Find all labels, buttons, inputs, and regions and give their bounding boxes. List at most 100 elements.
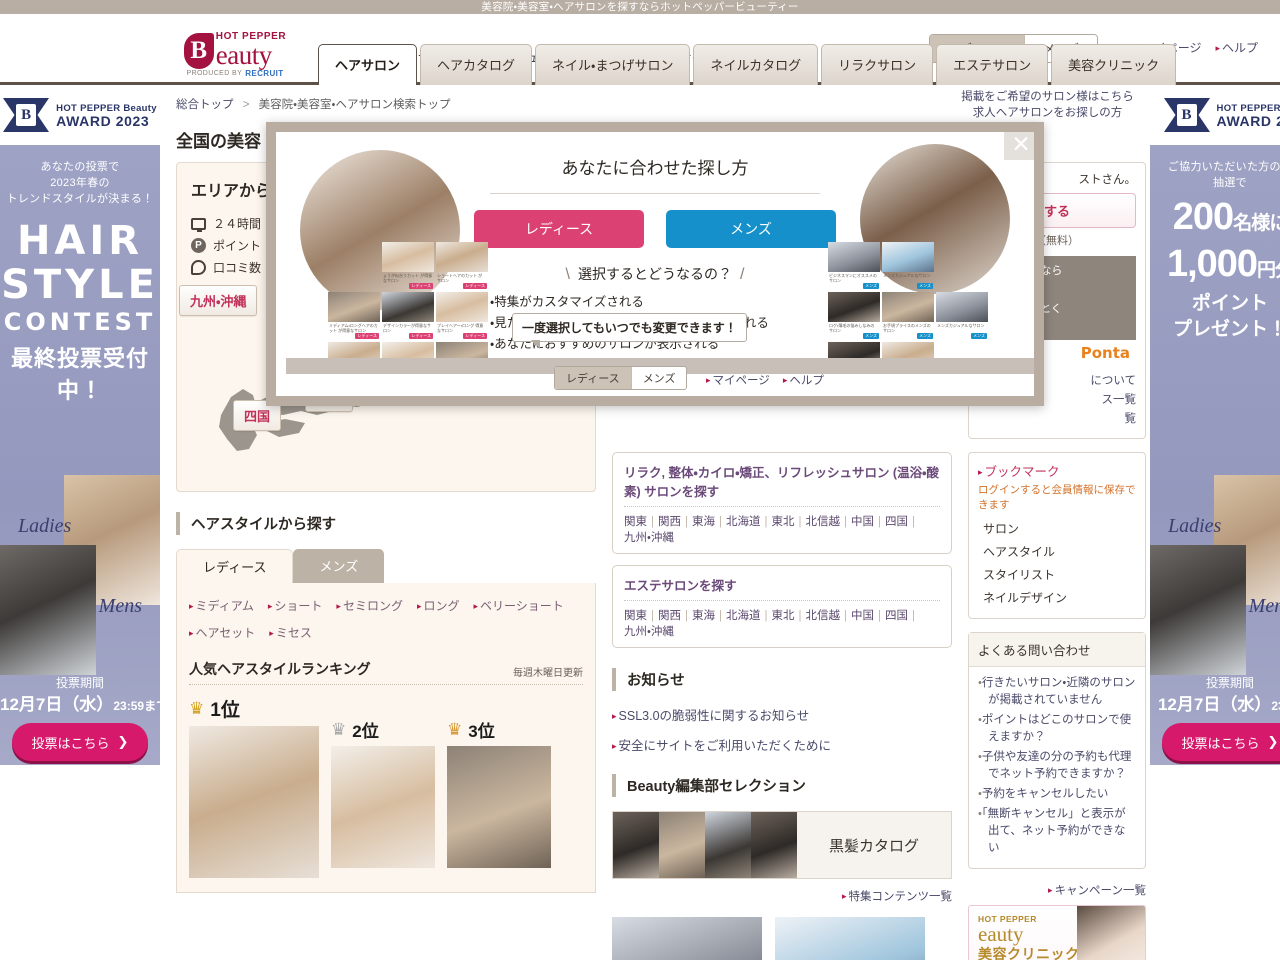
hairstyle-tab-mens[interactable]: メンズ [293,549,385,583]
modal-thumb-r3 [936,242,988,290]
bookmark-item-stylist[interactable]: スタイリスト [978,563,1136,586]
salon-owner-note-line2: 求人ヘアサロンをお探しの方 [972,107,1123,119]
feature-photo-2[interactable] [775,917,925,960]
modal-thumb-l6: ブレイヘアー・ロング 得意なサロン レディース [436,292,488,340]
modal-help-link[interactable]: ヘルプ [783,372,824,388]
campaign-more-link[interactable]: キャンペーン一覧 [1048,885,1146,897]
hairstyle-link-veryshort[interactable]: ベリーショート [474,599,564,613]
left-vote-button[interactable]: 投票はこちら ❯ [12,723,148,761]
award-b-glyph-right: B [1176,104,1197,126]
relax-link-chugoku[interactable]: 中国 [851,516,874,528]
relax-link-hokkaido[interactable]: 北海道 [726,516,761,528]
bookmark-list: サロン ヘアスタイル スタイリスト ネイルデザイン [969,512,1145,618]
left-mens-script-label: Mens [98,595,142,617]
modal-footer-links: マイページ ヘルプ [706,372,824,388]
hairstyle-link-long[interactable]: ロング [417,599,459,613]
hairstyle-link-medium[interactable]: ミディアム [189,599,254,613]
bookmark-heading[interactable]: ブックマーク [969,453,1145,482]
breadcrumb-home[interactable]: 総合トップ [176,99,234,111]
esthe-link-hokkaido[interactable]: 北海道 [726,610,761,622]
news-item-ssl[interactable]: SSL3.0の脆弱性に関するお知らせ [612,705,952,724]
salon-owner-note[interactable]: 掲載をご希望のサロン様はこちら 求人ヘアサロンをお探しの方 [945,89,1150,121]
esthe-link-tohoku[interactable]: 東北 [772,610,795,622]
relax-link-hokushinetsu[interactable]: 北信越 [806,516,841,528]
left-rail-banner[interactable]: B HOT PEPPER Beauty AWARD 2023 あなたの投票で 2… [0,85,160,765]
tab-relax-salon[interactable]: リラクサロン [821,44,934,85]
bookmark-item-salon[interactable]: サロン [978,517,1136,540]
news-item-safety[interactable]: 安全にサイトをご利用いただくために [612,735,952,754]
feature-label-hours: ２４時間 [213,217,262,231]
relax-link-tokai[interactable]: 東海 [692,516,715,528]
faq-item-5[interactable]: 「無断キャンセル」と表示が出て、ネット予約ができない [978,806,1136,857]
region-chip-kyushu-okinawa[interactable]: 九州・沖縄 [179,285,258,316]
esthe-link-hokushinetsu[interactable]: 北信越 [806,610,841,622]
faq-item-4[interactable]: 予約をキャンセルしたい [978,786,1136,803]
recruit-text: RECRUIT [245,69,284,78]
campaign-more-row: キャンペーン一覧 [968,882,1146,898]
hairstyle-tab-ladies[interactable]: レディース [176,549,294,583]
modal-mens-button[interactable]: メンズ [666,210,836,248]
hairstyle-link-short[interactable]: ショート [268,599,322,613]
ranking-item-2[interactable]: ♛ 2位 [331,695,435,868]
relax-link-kyushu[interactable]: 九州・沖縄 [624,532,674,544]
ranking-image-3[interactable] [447,746,551,868]
hairstyle-link-semilong[interactable]: セミロング [336,599,403,613]
bookmark-item-hairstyle[interactable]: ヘアスタイル [978,540,1136,563]
right-rail-banner[interactable]: B HOT PEPPER Be AWARD 20 ご協力いただいた方の中 抽選で… [1150,85,1280,765]
right-vote-button[interactable]: 投票はこちら ❯ [1162,723,1280,761]
esthe-link-kanto[interactable]: 関東 [624,610,647,622]
selection-thumbnails [613,812,797,878]
modal-ladies-button[interactable]: レディース [474,210,644,248]
site-logo[interactable]: B HOT PEPPER eauty PRODUCED BY RECRUIT [170,32,300,78]
modal-thumb-r6: メンズカジュアルなサロン メンズ [936,292,988,340]
relax-link-kansai[interactable]: 関西 [658,516,681,528]
clinic-banner[interactable]: HOT PEPPER eauty 美容クリニック 〈ご予約・ご契約特典〉 5％ポ… [968,905,1146,960]
hairstyle-link-mrs[interactable]: ミセス [269,626,312,640]
faq-item-1[interactable]: 行きたいサロン・近隣のサロンが掲載されていません [978,675,1136,709]
left-vote-date: 12月7日（水） [0,695,114,714]
esthe-link-shikoku[interactable]: 四国 [885,610,908,622]
faq-item-3[interactable]: 子供や友達の分の予約も代理でネット予約できますか？ [978,749,1136,783]
relax-link-shikoku[interactable]: 四国 [885,516,908,528]
tab-hair-salon[interactable]: ヘアサロン [318,44,418,85]
relax-link-tohoku[interactable]: 東北 [772,516,795,528]
esthe-link-chugoku[interactable]: 中国 [851,610,874,622]
ranking-image-1[interactable] [189,726,319,878]
modal-mypage-link[interactable]: マイページ [706,372,770,388]
tab-nail-eyelash-salon[interactable]: ネイル・まつげサロン [535,44,691,85]
help-link[interactable]: ヘルプ [1215,39,1258,56]
modal-mini-toggle[interactable]: レディース メンズ [554,366,688,390]
modal-thumb-r6-tag: メンズ [971,333,987,339]
bookmark-item-naildesign[interactable]: ネイルデザイン [978,586,1136,609]
search-box-esthe-title[interactable]: エステサロンを探す [624,575,940,601]
esthe-link-kansai[interactable]: 関西 [658,610,681,622]
modal-mini-toggle-mens[interactable]: メンズ [630,367,687,389]
faq-item-2[interactable]: ポイントはどこのサロンで使えますか？ [978,712,1136,746]
close-icon[interactable]: ✕ [998,132,1034,168]
esthe-link-kyushu[interactable]: 九州・沖縄 [624,626,674,638]
side-link-list[interactable]: 覧 [978,410,1137,426]
tab-nail-catalog[interactable]: ネイルカタログ [693,44,819,85]
modal-thumb-r5-tag: メンズ [917,333,933,339]
modal-callout: 一度選択してもいつでも変更できます！ [512,313,747,349]
relax-link-kanto[interactable]: 関東 [624,516,647,528]
selection-thumb-2 [659,812,705,878]
tab-hair-catalog[interactable]: ヘアカタログ [420,44,533,85]
award-b-glyph: B [16,104,37,126]
ranking-item-3[interactable]: ♛ 3位 [447,695,551,868]
right-prize-banner[interactable]: ご協力いただいた方の中 抽選で 200名様に 1,000円分 ポイント プレゼン… [1150,145,1280,765]
ranking-item-1[interactable]: ♛ 1位 [189,695,319,878]
feature-photo-1[interactable] [612,917,762,960]
ranking-image-2[interactable] [331,746,435,868]
tab-esthe-salon[interactable]: エステサロン [936,44,1049,85]
primary-nav-tabs: ヘアサロン ヘアカタログ ネイル・まつげサロン ネイルカタログ リラクサロン エ… [318,44,1177,85]
selection-more-link[interactable]: 特集コンテンツ一覧 [842,891,953,903]
hairstyle-link-hairset[interactable]: ヘアセット [189,626,256,640]
selection-card[interactable]: 黒髪カタログ [612,811,952,879]
award-title: HOT PEPPER Beauty AWARD 2023 [56,102,157,128]
modal-mini-toggle-ladies[interactable]: レディース [555,367,631,389]
search-box-relax-title[interactable]: リラク, 整体・カイロ・矯正、リフレッシュサロン (温浴・酸素) サロンを探す [624,462,940,507]
left-contest-banner[interactable]: あなたの投票で 2023年春の トレンドスタイルが決まる！ HAIR STYLE… [0,145,160,765]
esthe-link-tokai[interactable]: 東海 [692,610,715,622]
tab-beauty-clinic[interactable]: 美容クリニック [1051,44,1177,85]
